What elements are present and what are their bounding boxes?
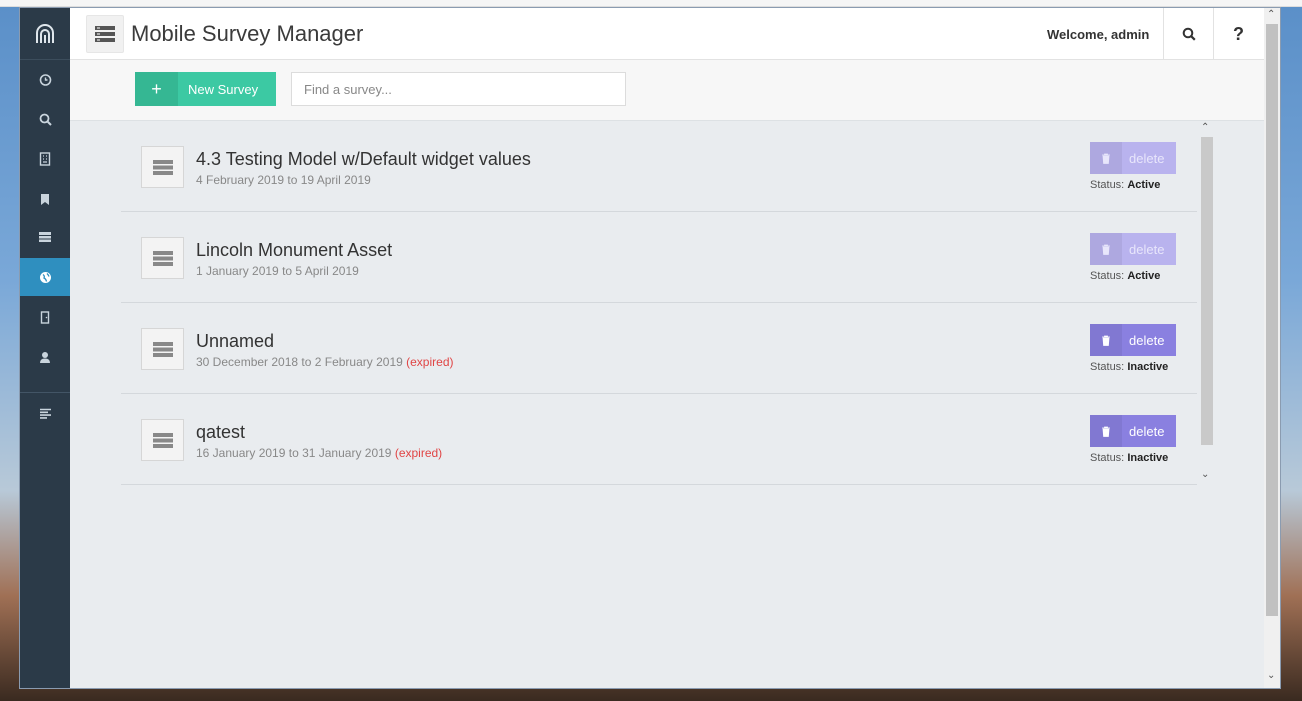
delete-button[interactable]: delete xyxy=(1090,415,1176,447)
status-value: Active xyxy=(1127,270,1161,282)
list-item[interactable]: Lincoln Monument Asset 1 January 2019 to… xyxy=(121,212,1197,303)
search-icon xyxy=(1182,27,1196,41)
survey-icon xyxy=(141,237,184,279)
globe-icon[interactable] xyxy=(20,258,70,296)
status-label: Status: xyxy=(1090,452,1125,464)
survey-dates: 30 December 2018 to 2 February 2019 (exp… xyxy=(196,355,454,369)
header-search-button[interactable] xyxy=(1163,8,1213,60)
new-survey-label: New Survey xyxy=(188,81,259,97)
page-scroll-down-icon[interactable]: ⌄ xyxy=(1267,670,1275,681)
search-icon[interactable] xyxy=(20,100,70,138)
scroll-down-icon[interactable]: ⌄ xyxy=(1201,469,1209,480)
status-value: Inactive xyxy=(1127,452,1169,464)
delete-label: delete xyxy=(1129,241,1165,257)
survey-date-range: 16 January 2019 to 31 January 2019 xyxy=(196,446,392,460)
survey-icon xyxy=(141,328,184,370)
delete-button[interactable]: delete xyxy=(1090,142,1176,174)
browser-window: Mobile Survey Manager Welcome, admin ? +… xyxy=(19,7,1281,689)
list-scrollbar-thumb[interactable] xyxy=(1201,137,1213,445)
plus-icon: + xyxy=(135,72,178,106)
page-title: Mobile Survey Manager xyxy=(131,21,364,46)
trash-icon xyxy=(1090,324,1122,356)
survey-date-range: 30 December 2018 to 2 February 2019 xyxy=(196,355,403,369)
survey-name[interactable]: 4.3 Testing Model w/Default widget value… xyxy=(196,149,531,170)
page-scroll-up-icon[interactable]: ⌃ xyxy=(1267,9,1275,20)
survey-manager-icon xyxy=(86,15,124,53)
page-scrollbar[interactable]: ⌃ ⌄ xyxy=(1264,8,1280,688)
list-item[interactable]: qatest 16 January 2019 to 31 January 201… xyxy=(121,394,1197,485)
list-scrollbar[interactable]: ⌃ ⌄ xyxy=(1198,121,1214,485)
survey-name[interactable]: qatest xyxy=(196,422,245,443)
bookmark-icon[interactable] xyxy=(20,180,70,218)
delete-button[interactable]: delete xyxy=(1090,324,1176,356)
status-badge: Status: Inactive xyxy=(1090,452,1168,464)
survey-dates: 1 January 2019 to 5 April 2019 xyxy=(196,264,359,278)
help-button[interactable]: ? xyxy=(1213,8,1263,60)
clock-icon[interactable] xyxy=(20,60,70,98)
browser-bookmarks-bar xyxy=(0,0,1302,7)
trash-icon xyxy=(1090,142,1122,174)
delete-label: delete xyxy=(1129,423,1165,439)
list-item[interactable]: 4.3 Testing Model w/Default widget value… xyxy=(121,121,1197,212)
list-item[interactable]: Unnamed 30 December 2018 to 2 February 2… xyxy=(121,303,1197,394)
status-badge: Status: Inactive xyxy=(1090,361,1168,373)
logo-icon[interactable] xyxy=(20,8,70,60)
survey-date-range: 4 February 2019 to 19 April 2019 xyxy=(196,173,371,187)
survey-icon xyxy=(141,146,184,188)
survey-icon xyxy=(141,419,184,461)
help-icon: ? xyxy=(1233,23,1244,44)
status-label: Status: xyxy=(1090,179,1125,191)
sidebar-divider xyxy=(20,392,70,393)
expired-label: (expired) xyxy=(394,446,443,460)
status-value: Inactive xyxy=(1127,361,1169,373)
user-icon[interactable] xyxy=(20,338,70,376)
status-label: Status: xyxy=(1090,361,1125,373)
app-header: Mobile Survey Manager Welcome, admin ? xyxy=(70,8,1264,60)
survey-dates: 16 January 2019 to 31 January 2019 (expi… xyxy=(196,446,442,460)
server-icon[interactable] xyxy=(20,218,70,256)
trash-icon xyxy=(1090,415,1122,447)
sidebar xyxy=(20,8,70,688)
status-badge: Status: Active xyxy=(1090,179,1160,191)
page-scrollbar-thumb[interactable] xyxy=(1266,24,1278,616)
expired-label: (expired) xyxy=(406,355,454,369)
door-icon[interactable] xyxy=(20,298,70,336)
delete-label: delete xyxy=(1129,150,1165,166)
delete-label: delete xyxy=(1129,332,1165,348)
survey-name[interactable]: Lincoln Monument Asset xyxy=(196,240,392,261)
status-badge: Status: Active xyxy=(1090,270,1160,282)
survey-date-range: 1 January 2019 to 5 April 2019 xyxy=(196,264,359,278)
status-value: Active xyxy=(1127,179,1161,191)
status-label: Status: xyxy=(1090,270,1125,282)
building-icon[interactable] xyxy=(20,140,70,178)
toolbar: + New Survey xyxy=(70,60,1264,121)
survey-dates: 4 February 2019 to 19 April 2019 xyxy=(196,173,371,187)
survey-list: 4.3 Testing Model w/Default widget value… xyxy=(121,121,1197,485)
welcome-text[interactable]: Welcome, admin xyxy=(1047,27,1149,42)
survey-list-panel: 4.3 Testing Model w/Default widget value… xyxy=(70,121,1264,688)
new-survey-button[interactable]: + New Survey xyxy=(135,72,276,106)
survey-search-input[interactable] xyxy=(291,72,626,106)
trash-icon xyxy=(1090,233,1122,265)
survey-name[interactable]: Unnamed xyxy=(196,331,274,352)
align-left-icon[interactable] xyxy=(20,394,70,432)
scroll-up-icon[interactable]: ⌃ xyxy=(1201,122,1209,133)
delete-button[interactable]: delete xyxy=(1090,233,1176,265)
